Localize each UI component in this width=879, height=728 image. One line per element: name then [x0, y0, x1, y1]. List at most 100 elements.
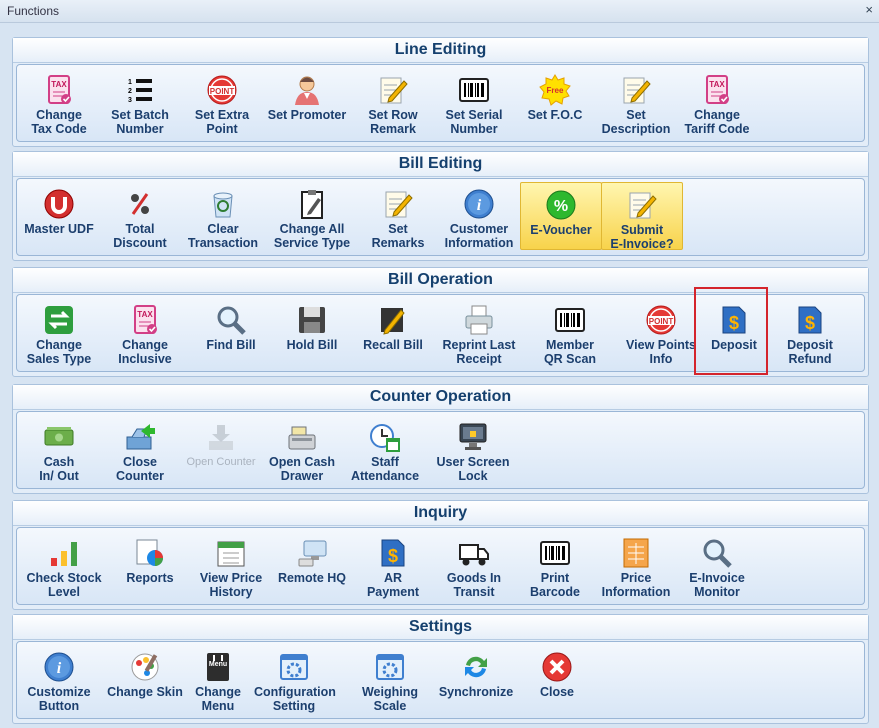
ar-payment-button[interactable]: $ AR Payment [353, 531, 433, 599]
button-strip: Cash In/ Out Close Counter Open Counter Ope… [16, 411, 865, 489]
set-row-remark-button[interactable]: Set Row Remark [353, 68, 433, 136]
free-badge-icon: Free [539, 74, 571, 106]
open-cash-drawer-button[interactable]: Open Cash Drawer [262, 415, 342, 483]
button-label: Change Skin [107, 685, 183, 699]
button-strip: Master UDF Total Discount Clear Transactio… [16, 178, 865, 256]
clear-transaction-button[interactable]: Clear Transaction [183, 182, 263, 250]
button-label: Change Inclusive [118, 338, 172, 366]
user-screen-lock-button[interactable]: User Screen Lock [433, 415, 513, 483]
button-label: Open Cash Drawer [269, 455, 335, 483]
set-serial-number-button[interactable]: Set Serial Number [434, 68, 514, 136]
cash-register-icon [286, 421, 318, 453]
button-label: Price Information [601, 571, 671, 599]
button-label: Master UDF [24, 222, 94, 236]
button-label: Set Batch Number [111, 108, 169, 136]
dollar-document-icon: $ [377, 537, 409, 569]
svg-text:TAX: TAX [709, 80, 725, 89]
print-barcode-button[interactable]: Print Barcode [515, 531, 595, 599]
member-qr-scan-button[interactable]: Member QR Scan [530, 298, 610, 366]
percent-icon [124, 188, 156, 220]
e-voucher-button[interactable]: % E-Voucher [520, 182, 602, 250]
change-tariff-code-button[interactable]: TAX Change Tariff Code [677, 68, 757, 136]
udf-icon [43, 188, 75, 220]
set-batch-number-button[interactable]: 1 2 3 Set Batch Number [100, 68, 180, 136]
recall-bill-button[interactable]: Recall Bill [353, 298, 433, 364]
point-badge-icon: POINT [206, 74, 238, 106]
customize-button-button[interactable]: i Customize Button [19, 645, 99, 713]
change-sales-type-button[interactable]: Change Sales Type [19, 298, 99, 366]
barcode-icon [539, 537, 571, 569]
note-pencil-icon [620, 74, 652, 106]
person-icon [291, 74, 323, 106]
window-close-icon[interactable]: × [865, 2, 873, 17]
close-icon [541, 651, 573, 683]
button-label: Goods In Transit [446, 571, 502, 599]
total-discount-button[interactable]: Total Discount [100, 182, 180, 250]
set-remarks-button[interactable]: Set Remarks [358, 182, 438, 250]
button-label: Staff Attendance [350, 455, 420, 483]
goods-in-transit-button[interactable]: Goods In Transit [434, 531, 514, 599]
button-label: View Price History [199, 571, 263, 599]
submit-e-invoice-button[interactable]: Submit E-Invoice? [601, 182, 683, 251]
calendar-icon [215, 537, 247, 569]
button-label: Configuration Setting [254, 685, 336, 713]
barcode-icon [458, 74, 490, 106]
master-udf-button[interactable]: Master UDF [19, 182, 99, 248]
panel-settings: Settings i Customize Button Change Skin Menu… [12, 614, 869, 724]
button-label: Customer Information [444, 222, 514, 250]
view-points-info-button[interactable]: POINT View Points Info [621, 298, 701, 366]
weighing-scale-button[interactable]: Weighing Scale [350, 645, 430, 713]
change-all-service-type-button[interactable]: Change All Service Type [272, 182, 352, 250]
tax-icon: TAX [43, 74, 75, 106]
cash-in-out-button[interactable]: Cash In/ Out [19, 415, 99, 483]
reprint-last-receipt-button[interactable]: Reprint Last Receipt [439, 298, 519, 366]
customer-information-button[interactable]: i Customer Information [439, 182, 519, 250]
button-label: Change Sales Type [26, 338, 92, 366]
printer-icon [463, 304, 495, 336]
point-badge-icon: POINT [645, 304, 677, 336]
set-description-button[interactable]: Set Description [596, 68, 676, 136]
panel-title: Settings [13, 615, 868, 640]
panel-inquiry: Inquiry Check Stock Level Reports View Pric… [12, 500, 869, 610]
recall-pencil-icon [377, 304, 409, 336]
svg-text:$: $ [388, 546, 398, 566]
info-icon: i [43, 651, 75, 683]
close-counter-button[interactable]: Close Counter [100, 415, 180, 483]
panel-title: Counter Operation [13, 385, 868, 410]
panel-line-editing: Line Editing TAX Change Tax Code 1 2 3 Set Bat… [12, 37, 869, 147]
button-label: E-Invoice Monitor [689, 571, 745, 599]
deposit-refund-button[interactable]: $ Deposit Refund [770, 298, 850, 366]
hold-bill-button[interactable]: Hold Bill [272, 298, 352, 364]
button-label: Customize Button [27, 685, 91, 713]
svg-text:Free: Free [547, 86, 564, 95]
staff-attendance-button[interactable]: Staff Attendance [345, 415, 425, 483]
set-f-o-c-button[interactable]: Free Set F.O.C [515, 68, 595, 134]
find-bill-button[interactable]: Find Bill [191, 298, 271, 364]
button-label: Set Serial Number [445, 108, 503, 136]
set-extra-point-button[interactable]: POINT Set Extra Point [182, 68, 262, 136]
view-price-history-button[interactable]: View Price History [191, 531, 271, 599]
button-label: Change Tariff Code [684, 108, 750, 136]
change-menu-button[interactable]: Menu Change Menu [178, 645, 258, 713]
barcode-icon [554, 304, 586, 336]
price-information-button[interactable]: Price Information [596, 531, 676, 599]
change-skin-button[interactable]: Change Skin [105, 645, 185, 711]
set-promoter-button[interactable]: Set Promoter [267, 68, 347, 134]
open-counter-button[interactable]: Open Counter [181, 415, 261, 481]
button-label: Change Tax Code [31, 108, 87, 136]
e-invoice-monitor-button[interactable]: E-Invoice Monitor [677, 531, 757, 599]
info-icon: i [463, 188, 495, 220]
button-label: Find Bill [206, 338, 256, 352]
synchronize-button[interactable]: Synchronize [436, 645, 516, 711]
button-label: User Screen Lock [436, 455, 510, 483]
remote-hq-button[interactable]: Remote HQ [272, 531, 352, 597]
button-label: Change All Service Type [273, 222, 351, 250]
change-inclusive-button[interactable]: TAX Change Inclusive [105, 298, 185, 366]
note-pencil-icon [382, 188, 414, 220]
close-button[interactable]: Close [517, 645, 597, 711]
change-tax-code-button[interactable]: TAX Change Tax Code [19, 68, 99, 136]
button-label: Synchronize [438, 685, 514, 699]
reports-button[interactable]: Reports [110, 531, 190, 597]
check-stock-level-button[interactable]: Check Stock Level [24, 531, 104, 599]
configuration-setting-button[interactable]: Configuration Setting [254, 645, 336, 713]
